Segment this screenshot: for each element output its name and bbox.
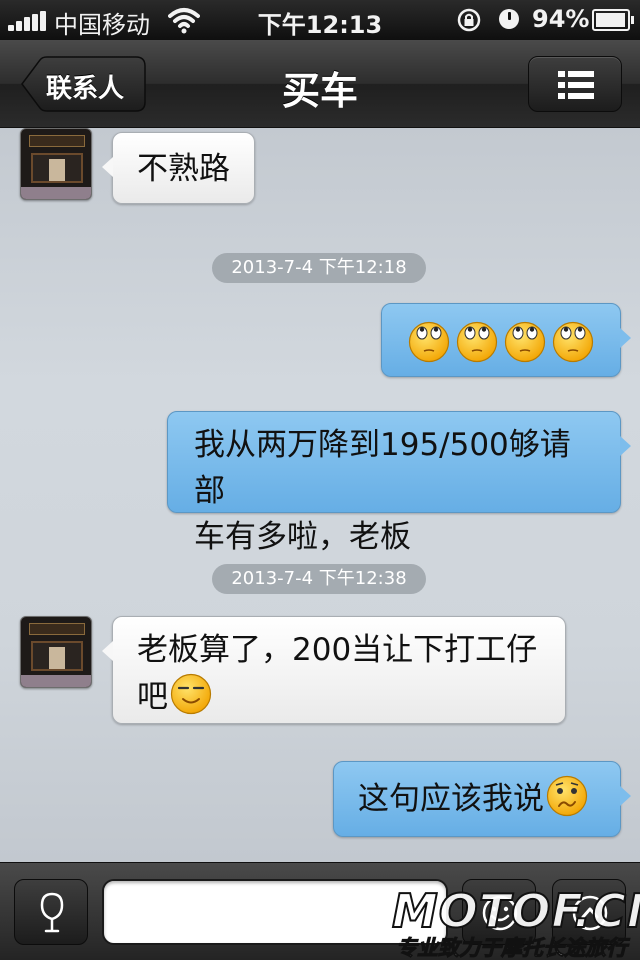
incoming-message-bubble[interactable]: 老板算了，200当让下打工仔 吧 <box>102 616 566 724</box>
status-bar: 中国移动 下午12:13 94% <box>0 0 640 40</box>
alarm-icon <box>499 9 519 29</box>
input-bar <box>0 862 640 960</box>
message-text-line: 吧 <box>137 679 168 715</box>
emoji-button[interactable] <box>462 879 536 945</box>
message-text-line: 老板算了，200当让下打工仔 <box>137 632 538 668</box>
rolling-eyes-emoji <box>408 321 450 362</box>
voice-button[interactable] <box>14 879 88 945</box>
contact-info-button[interactable] <box>528 56 622 112</box>
timestamp: 2013-7-4 下午12:18 <box>212 253 426 283</box>
message-text: 不熟路 <box>137 151 230 187</box>
smug-emoji <box>170 673 212 715</box>
outgoing-message-bubble[interactable]: 这句应该我说 <box>333 761 631 837</box>
rolling-eyes-emoji <box>456 321 498 362</box>
message-text-line: 我从两万降到195/500够请部 <box>194 427 571 509</box>
list-icon <box>558 71 594 99</box>
smiley-icon <box>482 895 518 931</box>
battery-charging-icon <box>592 9 634 31</box>
message-text: 这句应该我说 <box>358 781 544 817</box>
orientation-lock-icon <box>457 8 481 32</box>
avatar[interactable] <box>20 128 92 200</box>
chat-area[interactable]: 不熟路 2013-7-4 下午12:18 我从两万降到195/500够请部 车有… <box>0 128 640 862</box>
avatar[interactable] <box>20 616 92 688</box>
rolling-eyes-emoji <box>552 321 594 362</box>
chevron-up-icon <box>572 895 608 931</box>
outgoing-message-bubble[interactable]: 我从两万降到195/500够请部 车有多啦，老板 <box>167 411 631 555</box>
timestamp: 2013-7-4 下午12:38 <box>212 564 426 594</box>
navigation-bar: 联系人 买车 <box>0 40 640 128</box>
incoming-message-bubble[interactable]: 不熟路 <box>102 132 255 204</box>
worried-emoji <box>546 775 588 817</box>
outgoing-message-bubble[interactable] <box>381 303 631 377</box>
message-input[interactable] <box>102 879 448 945</box>
message-text-line: 车有多啦，老板 <box>194 519 411 555</box>
more-button[interactable] <box>552 879 626 945</box>
rolling-eyes-emoji <box>504 321 546 362</box>
battery-percentage: 94% <box>532 5 590 33</box>
microphone-icon <box>40 892 64 933</box>
